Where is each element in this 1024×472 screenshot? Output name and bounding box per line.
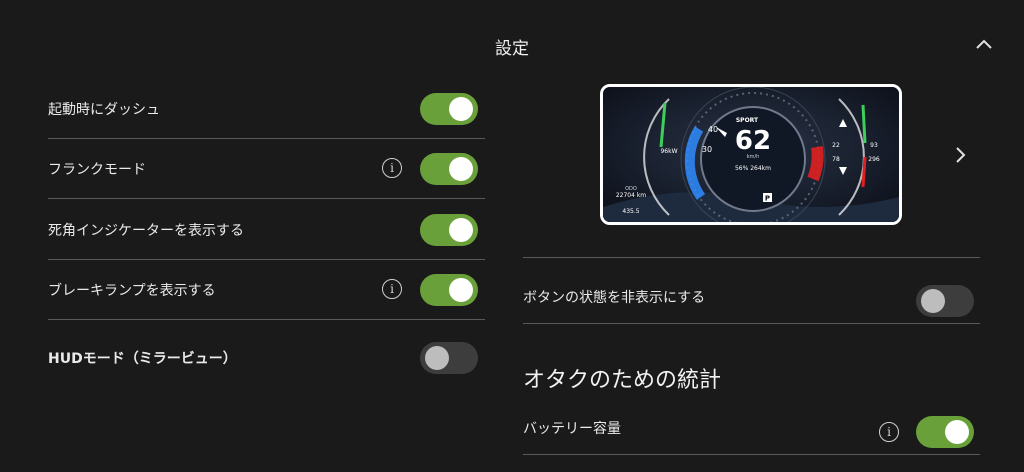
side-value: 296 <box>868 156 880 163</box>
page-title: 設定 <box>495 39 529 59</box>
dashboard-preview[interactable]: SPORT 62 km/h 56% 264km 40 30 96kW ODO 2… <box>600 84 902 225</box>
setting-label: フランクモード <box>48 161 146 178</box>
battery-capacity-toggle[interactable] <box>916 416 974 448</box>
dial-tick: 40 <box>708 125 718 134</box>
toggle-knob <box>425 346 449 370</box>
setting-label: 起動時にダッシュ <box>48 101 160 118</box>
trip-readout: 435.5 <box>622 208 639 215</box>
setting-row-hide-button-state: ボタンの状態を非表示にする <box>523 270 980 324</box>
battery-readout: 56% 264km <box>735 165 771 172</box>
setting-row-dash-on-startup: 起動時にダッシュ <box>48 79 485 139</box>
section-title: オタクのための統計 <box>523 368 722 393</box>
toggle-knob <box>921 289 945 313</box>
toggle-knob <box>449 218 473 242</box>
blind-spot-toggle[interactable] <box>420 214 478 246</box>
side-value: 93 <box>870 142 878 149</box>
setting-row-battery-capacity: バッテリー容量 i <box>523 401 980 455</box>
dash-on-startup-toggle[interactable] <box>420 93 478 125</box>
setting-label: 死角インジケーターを表示する <box>48 222 244 239</box>
info-icon[interactable]: i <box>879 422 899 442</box>
speed-readout: 62 <box>735 126 771 156</box>
toggle-knob <box>449 157 473 181</box>
chevron-up-icon[interactable] <box>974 36 994 52</box>
brake-lamp-toggle[interactable] <box>420 274 478 306</box>
info-icon[interactable]: i <box>382 158 402 178</box>
odo-readout: 22704 km <box>616 192 646 199</box>
speed-unit: km/h <box>747 154 760 160</box>
setting-label: ブレーキランプを表示する <box>48 282 216 299</box>
frunk-mode-toggle[interactable] <box>420 153 478 185</box>
setting-row-frunk-mode: フランクモード i <box>48 139 485 199</box>
dashboard-graphic: SPORT 62 km/h 56% 264km 40 30 96kW ODO 2… <box>603 87 899 222</box>
setting-label: バッテリー容量 <box>523 420 621 437</box>
hud-mode-toggle[interactable] <box>420 342 478 374</box>
setting-row-brake-lamp: ブレーキランプを表示する i <box>48 260 485 320</box>
toggle-knob <box>449 278 473 302</box>
power-readout: 96kW <box>660 148 677 155</box>
toggle-knob <box>449 97 473 121</box>
setting-row-blind-spot: 死角インジケーターを表示する <box>48 200 485 260</box>
gear-indicator: P <box>765 195 770 203</box>
dial-tick: 30 <box>702 145 712 154</box>
side-value: 78 <box>832 156 840 163</box>
setting-row-hud-mode: HUDモード（ミラービュー） <box>48 328 485 388</box>
setting-label: ボタンの状態を非表示にする <box>523 289 706 306</box>
info-icon[interactable]: i <box>382 279 402 299</box>
divider <box>523 257 980 258</box>
setting-label: HUDモード（ミラービュー） <box>48 351 237 367</box>
drive-mode: SPORT <box>736 117 759 124</box>
side-value: 22 <box>832 142 840 149</box>
toggle-knob <box>945 420 969 444</box>
hide-button-state-toggle[interactable] <box>916 285 974 317</box>
chevron-right-icon[interactable] <box>952 144 968 166</box>
